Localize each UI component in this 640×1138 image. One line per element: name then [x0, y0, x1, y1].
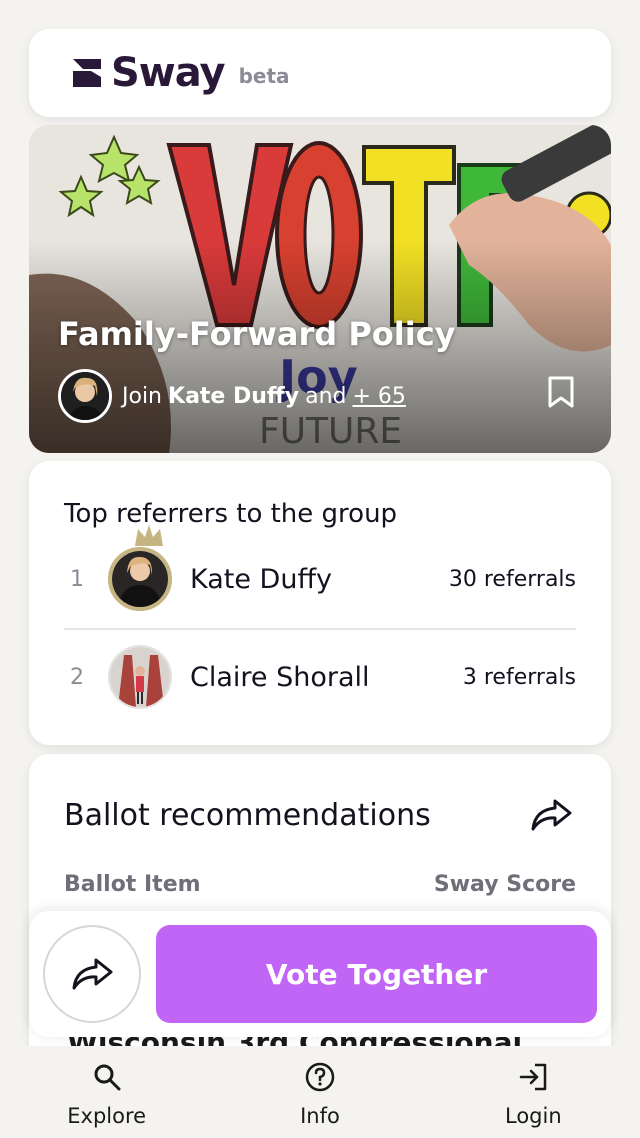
column-header-sway-score: Sway Score: [433, 872, 576, 897]
bookmark-icon[interactable]: [547, 375, 575, 409]
share-icon: [72, 958, 113, 990]
divider: [64, 628, 576, 630]
header-bar: Sway beta: [29, 29, 611, 117]
column-header-ballot-item: Ballot Item: [64, 872, 201, 897]
share-button[interactable]: [43, 925, 141, 1023]
search-icon: [94, 1064, 121, 1091]
vote-together-button[interactable]: Vote Together: [156, 925, 597, 1023]
referrers-title: Top referrers to the group: [64, 499, 398, 529]
join-more-link[interactable]: + 65: [352, 384, 405, 409]
top-referrers-card: Top referrers to the group 1 Kate Duffy …: [29, 461, 611, 745]
referral-count: 3 referrals: [462, 664, 576, 690]
profile-photo-icon: [112, 551, 168, 607]
avatar[interactable]: [108, 645, 172, 709]
profile-photo-icon: [110, 647, 170, 707]
nav-item-login[interactable]: Login: [427, 1046, 640, 1138]
list-item[interactable]: 1 Kate Duffy 30 referrals: [64, 525, 576, 619]
referrer-name[interactable]: Claire Shorall: [190, 662, 463, 693]
referral-count: 30 referrals: [448, 566, 576, 592]
list-item[interactable]: 2 Claire Shorall 3 referrals: [64, 637, 576, 717]
nav-label: Login: [504, 1104, 562, 1128]
ballot-title: Ballot recommendations: [64, 798, 431, 833]
avatar[interactable]: [108, 547, 172, 611]
crown-icon: [135, 525, 163, 546]
profile-photo-icon: [61, 372, 109, 420]
group-title: Family-Forward Policy: [58, 315, 456, 353]
join-prefix: Join: [122, 383, 163, 409]
referrer-name[interactable]: Kate Duffy: [190, 564, 449, 595]
nav-item-explore[interactable]: Explore: [0, 1046, 213, 1138]
brand-name[interactable]: Sway: [111, 50, 226, 96]
nav-label: Explore: [67, 1104, 147, 1128]
join-and: and: [305, 383, 347, 409]
bottom-navigation: Explore Info Login: [0, 1046, 640, 1138]
join-name: Kate Duffy: [168, 383, 300, 409]
nav-label: Info: [300, 1104, 340, 1128]
avatar[interactable]: [58, 369, 112, 423]
join-group-line[interactable]: Join Kate Duffy and + 65: [58, 369, 406, 423]
group-hero-banner: Joy FUTURE Family-Forward Policy Join Ka…: [29, 125, 611, 453]
beta-badge: beta: [238, 64, 290, 88]
rank-number: 2: [70, 664, 84, 690]
share-icon[interactable]: [529, 798, 573, 832]
nav-item-info[interactable]: Info: [213, 1046, 426, 1138]
help-circle-icon: [305, 1062, 335, 1092]
rank-number: 1: [70, 566, 84, 592]
sway-logo-icon[interactable]: [69, 55, 105, 91]
login-icon: [520, 1063, 547, 1091]
floating-action-bar: Vote Together: [29, 911, 611, 1037]
